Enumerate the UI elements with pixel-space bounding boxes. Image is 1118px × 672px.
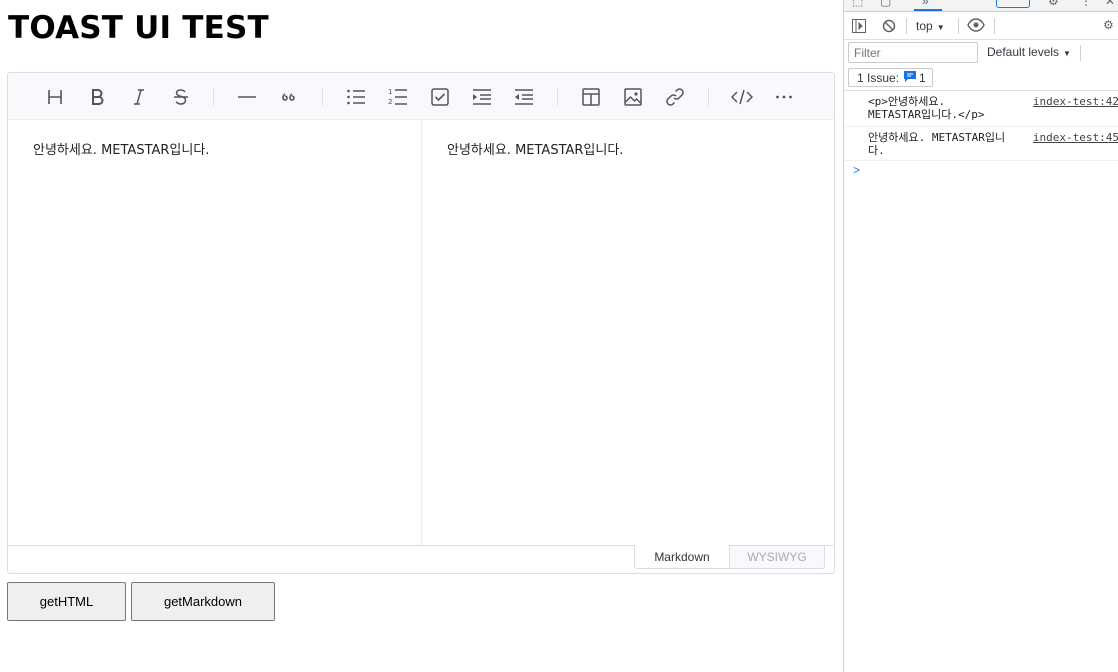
bullet-list-button[interactable]: [343, 84, 369, 110]
menu-icon[interactable]: ⋮: [1080, 0, 1092, 8]
task-list-icon: [431, 88, 449, 106]
code-block-icon: [731, 89, 753, 105]
log-levels-select[interactable]: Default levels ▼: [987, 45, 1071, 59]
bold-icon: [92, 89, 104, 105]
italic-button[interactable]: [126, 84, 152, 110]
get-markdown-button[interactable]: getMarkdown: [131, 582, 275, 621]
outdent-icon: [515, 89, 533, 105]
markdown-preview: 안녕하세요. METASTAR입니다.: [422, 120, 834, 545]
quote-button[interactable]: [276, 84, 302, 110]
console-message: <p>안녕하세요. METASTAR입니다.</p> index-test:42: [844, 91, 1118, 127]
ordered-list-icon: 12: [388, 88, 407, 106]
table-button[interactable]: [578, 84, 604, 110]
indent-icon: [473, 89, 491, 105]
context-select[interactable]: top ▼: [916, 19, 945, 33]
ordered-list-button[interactable]: 12: [385, 84, 411, 110]
task-list-button[interactable]: [427, 84, 453, 110]
preview-text: 안녕하세요. METASTAR입니다.: [447, 143, 624, 158]
bold-button[interactable]: [84, 84, 110, 110]
image-icon: [624, 88, 642, 106]
close-icon[interactable]: ✕: [1105, 0, 1115, 8]
toast-editor: 12 안녕하세요. METASTAR입니다. 안녕하세요. METASTAR입니…: [7, 72, 835, 574]
issues-badge[interactable]: [996, 0, 1030, 8]
quote-icon: [282, 93, 295, 101]
link-button[interactable]: [662, 84, 688, 110]
hr-icon: [238, 96, 256, 98]
sidebar-toggle-icon[interactable]: [852, 19, 866, 36]
italic-icon: [134, 89, 144, 105]
table-icon: [582, 88, 600, 106]
more-icon: [776, 95, 792, 99]
outdent-button[interactable]: [511, 84, 537, 110]
issues-button[interactable]: 1 Issue: 1: [848, 68, 933, 87]
devtools-tabbar: ⬚ ▢ » ⚙ ⋮ ✕: [844, 0, 1118, 12]
get-html-button[interactable]: getHTML: [7, 582, 126, 621]
editor-toolbar: 12: [8, 73, 834, 120]
hr-button[interactable]: [234, 84, 260, 110]
active-tab-indicator: [914, 9, 942, 11]
inspect-icon[interactable]: ⬚: [852, 0, 863, 8]
message-icon: [904, 70, 917, 85]
console-filter-bar: Default levels▼: [844, 40, 1118, 67]
console-prompt[interactable]: >: [853, 163, 860, 177]
strike-icon: [174, 89, 188, 105]
live-expression-icon[interactable]: [967, 18, 985, 35]
mode-switch: Markdown WYSIWYG: [8, 545, 834, 573]
device-toolbar-icon[interactable]: ▢: [880, 0, 891, 8]
console-message-text: <p>안녕하세요. METASTAR입니다.</p>: [868, 95, 985, 121]
heading-icon: [48, 90, 62, 104]
heading-button[interactable]: [42, 84, 68, 110]
markdown-editor[interactable]: 안녕하세요. METASTAR입니다.: [8, 120, 422, 545]
link-icon: [666, 88, 684, 106]
console-settings-icon[interactable]: ⚙: [1103, 18, 1114, 32]
page: TOAST UI TEST 1 2 안녕하세요. METASTAR입니다. 안녕…: [0, 0, 843, 672]
page-title: TOAST UI TEST: [8, 10, 269, 46]
image-button[interactable]: [620, 84, 646, 110]
console-toolbar: top ▼ ⚙: [844, 13, 1118, 40]
markdown-text: 안녕하세요. METASTAR입니다.: [33, 143, 210, 158]
settings-icon[interactable]: ⚙: [1048, 0, 1059, 8]
clear-console-icon[interactable]: [882, 19, 896, 36]
filter-input[interactable]: [848, 42, 978, 63]
tab-markdown[interactable]: Markdown: [634, 545, 730, 569]
svg-text:2: 2: [388, 98, 392, 106]
bullet-list-icon: [347, 89, 365, 105]
devtools-panel: ⬚ ▢ » ⚙ ⋮ ✕ top▼ ⚙ Default levels▼ 1 Iss…: [843, 0, 1118, 672]
more-button[interactable]: [771, 84, 797, 110]
console-message: 안녕하세요. METASTAR입니다. index-test:45: [844, 127, 1118, 161]
more-tabs-icon[interactable]: »: [922, 0, 929, 8]
console-source-link[interactable]: index-test:42: [1033, 95, 1118, 108]
tab-wysiwyg[interactable]: WYSIWYG: [730, 545, 825, 569]
strike-button[interactable]: [168, 84, 194, 110]
console-message-text: 안녕하세요. METASTAR입니다.: [868, 131, 1006, 157]
editor-panes: 안녕하세요. METASTAR입니다. 안녕하세요. METASTAR입니다.: [8, 120, 834, 545]
svg-text:1: 1: [388, 88, 392, 96]
console-source-link[interactable]: index-test:45: [1033, 131, 1118, 144]
code-block-button[interactable]: [729, 84, 755, 110]
indent-button[interactable]: [469, 84, 495, 110]
issues-bar: 1 Issue: 1: [844, 66, 1118, 91]
